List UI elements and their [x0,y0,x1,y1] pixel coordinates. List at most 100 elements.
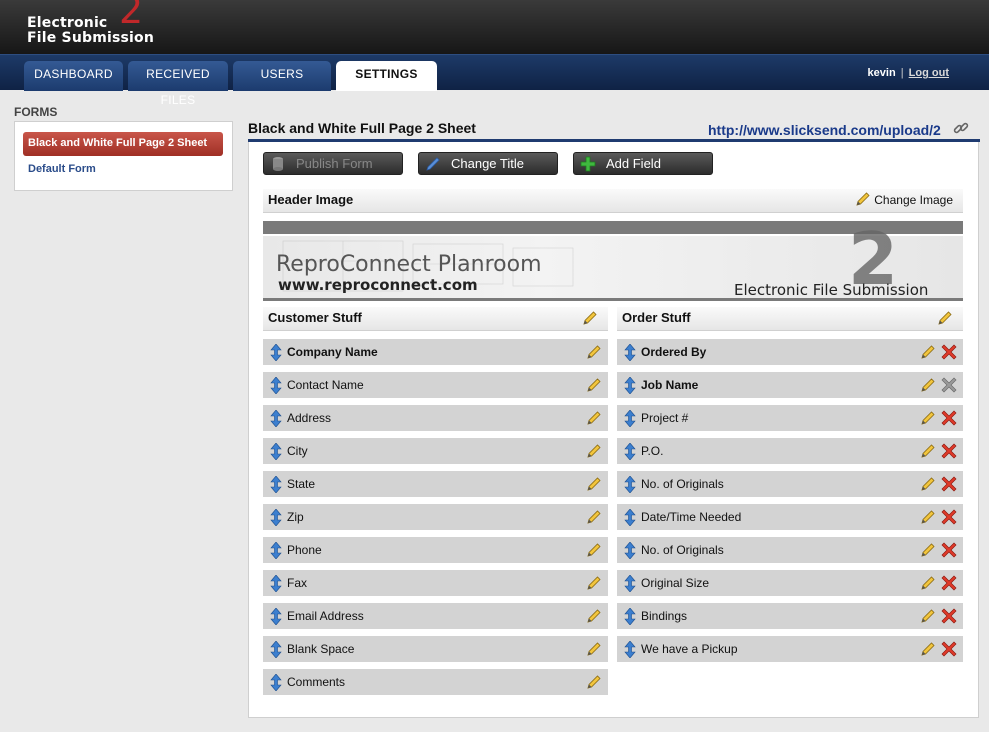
form-field-row[interactable]: Email Address [263,603,608,629]
change-title-label: Change Title [451,156,524,171]
change-title-button[interactable]: Change Title [418,152,558,175]
move-arrows-icon[interactable] [624,344,636,361]
banner-subtitle: Electronic File Submission [734,281,929,299]
pencil-icon [856,192,870,206]
delete-x-icon[interactable] [941,443,957,459]
tab-users[interactable]: USERS [233,61,331,91]
edit-pencil-icon[interactable] [920,641,936,657]
form-field-row[interactable]: Original Size [617,570,963,596]
move-arrows-icon[interactable] [270,377,282,394]
form-field-row[interactable]: Ordered By [617,339,963,365]
move-arrows-icon[interactable] [624,641,636,658]
edit-pencil-icon[interactable] [920,575,936,591]
form-field-row[interactable]: Phone [263,537,608,563]
form-item-active[interactable]: Black and White Full Page 2 Sheet [23,132,223,156]
move-arrows-icon[interactable] [270,674,282,691]
tab-settings[interactable]: SETTINGS [336,61,437,91]
edit-pencil-icon[interactable] [586,377,602,393]
upload-url-link[interactable]: http://www.slicksend.com/upload/2 [708,122,941,138]
edit-pencil-icon[interactable] [920,509,936,525]
move-arrows-icon[interactable] [624,476,636,493]
move-arrows-icon[interactable] [270,641,282,658]
form-field-row[interactable]: P.O. [617,438,963,464]
form-field-row[interactable]: Project # [617,405,963,431]
edit-pencil-icon[interactable] [920,443,936,459]
edit-pencil-icon[interactable] [586,344,602,360]
move-arrows-icon[interactable] [270,344,282,361]
move-arrows-icon[interactable] [624,410,636,427]
logout-link[interactable]: Log out [909,67,949,79]
move-arrows-icon[interactable] [270,476,282,493]
edit-pencil-icon[interactable] [586,575,602,591]
app-logo[interactable]: 2 Electronic File Submission [27,0,154,46]
delete-x-icon[interactable] [941,575,957,591]
move-arrows-icon[interactable] [270,410,282,427]
change-image-button[interactable]: Change Image [855,189,953,211]
move-arrows-icon[interactable] [270,575,282,592]
delete-x-icon[interactable] [941,410,957,426]
move-arrows-icon[interactable] [270,542,282,559]
edit-pencil-icon[interactable] [920,410,936,426]
form-field-row[interactable]: State [263,471,608,497]
edit-section-pencil-icon[interactable] [937,310,953,326]
move-arrows-icon[interactable] [624,443,636,460]
form-field-row[interactable]: Job Name [617,372,963,398]
delete-x-icon[interactable] [941,344,957,360]
edit-section-pencil-icon[interactable] [582,310,598,326]
form-field-row[interactable]: Company Name [263,339,608,365]
move-arrows-icon[interactable] [624,509,636,526]
edit-pencil-icon[interactable] [920,377,936,393]
edit-pencil-icon[interactable] [586,509,602,525]
edit-pencil-icon[interactable] [586,674,602,690]
move-arrows-icon[interactable] [624,377,636,394]
form-field-row[interactable]: We have a Pickup [617,636,963,662]
form-field-row[interactable]: Contact Name [263,372,608,398]
delete-x-icon[interactable] [941,542,957,558]
edit-pencil-icon[interactable] [586,443,602,459]
form-field-row[interactable]: City [263,438,608,464]
form-field-row[interactable]: No. of Originals [617,471,963,497]
delete-x-icon[interactable] [941,476,957,492]
form-field-row[interactable]: No. of Originals [617,537,963,563]
edit-pencil-icon[interactable] [920,476,936,492]
move-arrows-icon[interactable] [270,608,282,625]
field-label: Bindings [641,609,688,623]
field-label: No. of Originals [641,543,724,557]
database-icon [273,157,283,171]
delete-x-icon[interactable] [941,608,957,624]
edit-pencil-icon[interactable] [586,476,602,492]
move-arrows-icon[interactable] [624,542,636,559]
edit-pencil-icon[interactable] [586,641,602,657]
tab-received-files[interactable]: RECEIVED FILES [128,61,228,107]
delete-x-icon[interactable] [941,641,957,657]
main-nav: DASHBOARD RECEIVED FILES USERS SETTINGS … [0,54,989,107]
edit-pencil-icon[interactable] [920,344,936,360]
move-arrows-icon[interactable] [624,575,636,592]
move-arrows-icon[interactable] [270,509,282,526]
publish-form-button[interactable]: Publish Form [263,152,403,175]
link-icon[interactable] [953,120,969,136]
move-arrows-icon[interactable] [270,443,282,460]
form-field-row[interactable]: Address [263,405,608,431]
field-label: Zip [287,510,304,524]
field-label: State [287,477,316,491]
delete-x-icon[interactable] [941,509,957,525]
edit-pencil-icon[interactable] [586,542,602,558]
form-field-row[interactable]: Comments [263,669,608,695]
delete-x-icon [941,377,957,393]
customer-section-header: Customer Stuff [263,307,608,331]
field-label: Comments [287,675,346,689]
edit-pencil-icon[interactable] [586,608,602,624]
form-field-row[interactable]: Date/Time Needed [617,504,963,530]
add-field-button[interactable]: Add Field [573,152,713,175]
tab-dashboard[interactable]: DASHBOARD [24,61,123,91]
form-field-row[interactable]: Zip [263,504,608,530]
move-arrows-icon[interactable] [624,608,636,625]
form-field-row[interactable]: Blank Space [263,636,608,662]
form-field-row[interactable]: Fax [263,570,608,596]
edit-pencil-icon[interactable] [920,608,936,624]
edit-pencil-icon[interactable] [920,542,936,558]
edit-pencil-icon[interactable] [586,410,602,426]
form-field-row[interactable]: Bindings [617,603,963,629]
form-item-default[interactable]: Default Form [28,163,96,175]
